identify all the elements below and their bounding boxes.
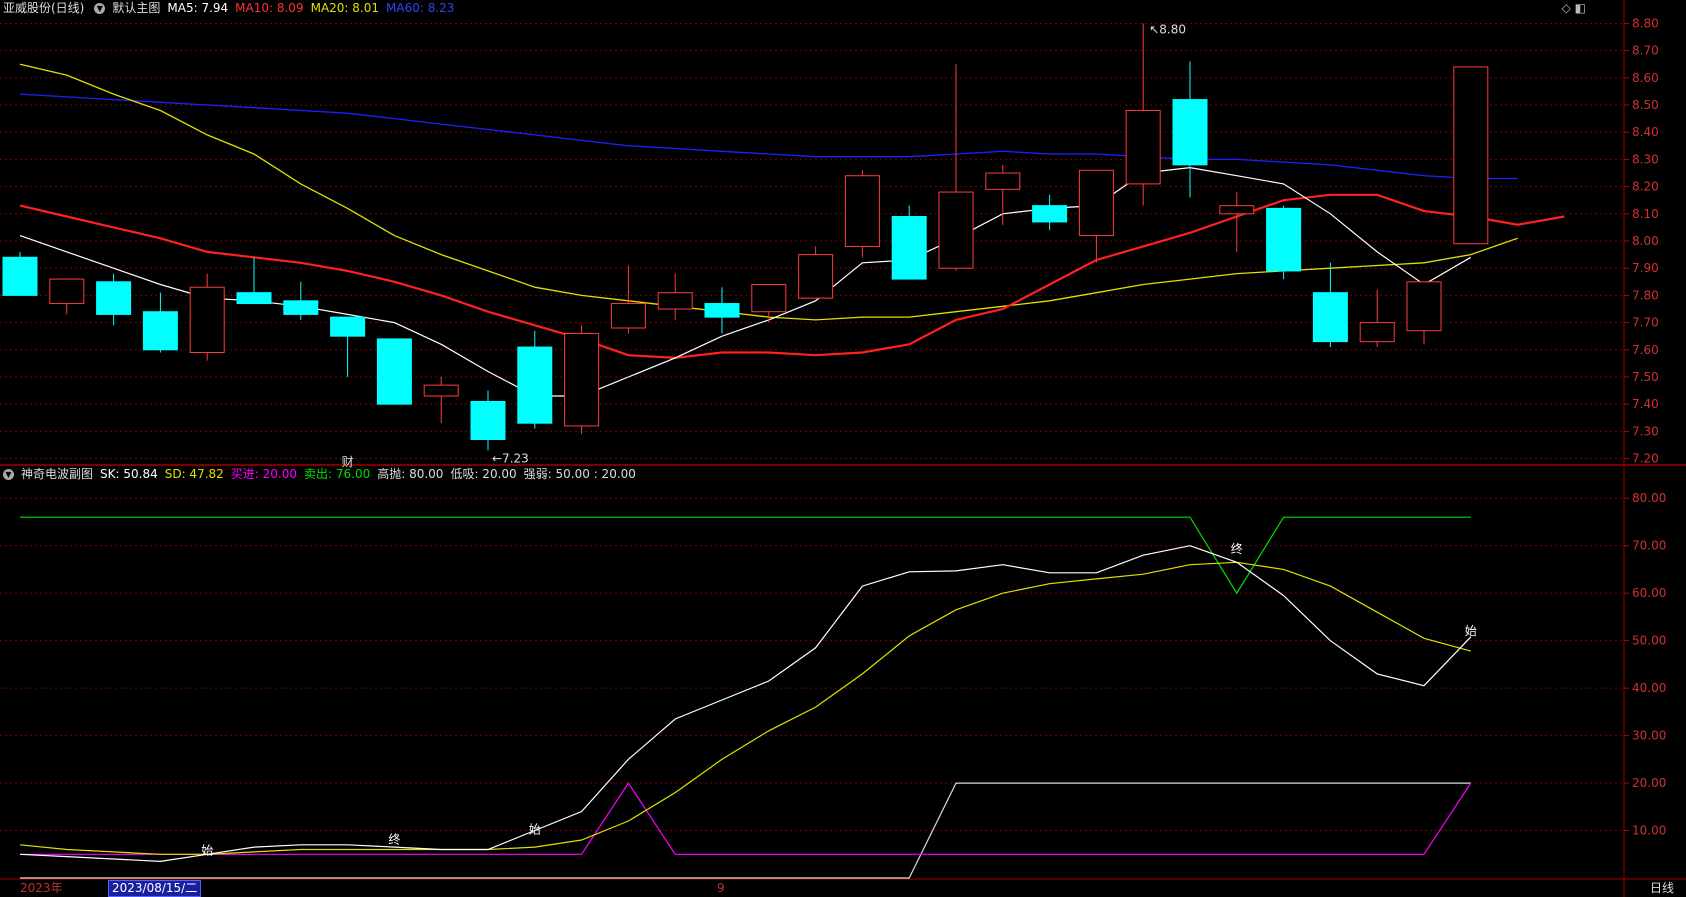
sd-label: SD: 47.82 [164, 467, 224, 481]
year-label: 2023年 [20, 881, 63, 895]
grid [0, 0, 1686, 897]
candle-body [1406, 281, 1442, 332]
candle-body [236, 292, 272, 305]
signal-label: 始 [1465, 624, 1477, 638]
candle-body [1172, 99, 1208, 166]
candle-body [798, 254, 834, 299]
price-tick-label: 7.40 [1632, 397, 1659, 411]
candle-body [189, 286, 225, 354]
candle-body [938, 191, 974, 269]
cursor-date-label: 2023/08/15/二 [108, 880, 202, 897]
chevron-down-icon[interactable]: ▼ [3, 468, 14, 480]
candle-body [96, 281, 132, 315]
candle-body [1312, 292, 1348, 343]
time-axis: 2023年 2023/08/15/二 9 [0, 879, 1624, 897]
sub-chart-name[interactable]: 神奇电波副图 [21, 466, 93, 482]
price-tick-label: 8.60 [1632, 71, 1659, 85]
price-tick-label: 7.80 [1632, 288, 1659, 302]
ma20-line [19, 63, 1518, 321]
signal-label: 始 [201, 844, 213, 858]
candle-body [844, 175, 880, 247]
candle-body [891, 216, 927, 280]
price-tick-label: 7.30 [1632, 424, 1659, 438]
signal-label: 终 [1231, 541, 1243, 556]
signal-label: 终 [388, 832, 400, 847]
price-tick-label: 8.50 [1632, 98, 1659, 112]
candle-body [1125, 109, 1161, 185]
ma5-label: MA5: 7.94 [167, 1, 229, 15]
indicator-tick-label: 40.00 [1632, 681, 1666, 695]
price-tick-label: 7.60 [1632, 343, 1659, 357]
candle-body [470, 400, 506, 441]
candle-body [1032, 205, 1068, 223]
sell-label: 卖出: 76.00 [304, 467, 371, 481]
price-tick-label: 8.80 [1632, 16, 1659, 30]
sk-label: SK: 50.84 [100, 467, 158, 481]
candle-body [142, 311, 178, 351]
candle-body [2, 256, 38, 296]
candle-body [517, 346, 553, 424]
indicator-tick-label: 70.00 [1632, 539, 1666, 553]
indicator-tick-label: 30.00 [1632, 729, 1666, 743]
price-axis: 8.80 8.70 8.60 8.50 8.40 8.30 8.20 8.10 8.00 7.90… [1624, 16, 1666, 838]
stock-name[interactable]: 亚威股份(日线) [3, 0, 84, 16]
candle-body [1453, 66, 1489, 245]
candle-body [704, 303, 740, 318]
buy-label: 买进: 20.00 [230, 467, 298, 481]
signal-label: 始 [529, 822, 541, 836]
period-button[interactable]: 日线 [1638, 880, 1686, 897]
ma5-line [19, 166, 1472, 397]
candle-body [1219, 205, 1255, 215]
sd-line [19, 561, 1471, 855]
main-chart-header: 亚威股份(日线) ▼ 默认主图 MA5: 7.94 MA10: 8.09 MA2… [0, 0, 461, 16]
indicator-tick-label: 20.00 [1632, 776, 1666, 790]
price-tick-label: 8.20 [1632, 180, 1659, 194]
ma60-line [19, 93, 1518, 180]
candle-body [657, 292, 693, 310]
low-label: 低吸: 20.00 [450, 467, 517, 481]
buy-line [20, 782, 1472, 855]
sell-line [20, 516, 1471, 595]
candle-body [283, 300, 319, 315]
indicator-tick-label: 80.00 [1632, 491, 1666, 505]
high-price-marker: ↖8.80 [1149, 22, 1186, 36]
price-tick-label: 8.70 [1632, 44, 1659, 58]
price-tick-label: 7.70 [1632, 316, 1659, 330]
candle-body [985, 172, 1021, 190]
candle-body [751, 284, 787, 313]
indicator-tick-label: 60.00 [1632, 586, 1666, 600]
price-tick-label: 8.10 [1632, 207, 1659, 221]
strength-label: 强弱: 50.00 : 20.00 [523, 467, 636, 481]
low-price-marker: ←7.23 [492, 451, 529, 465]
main-chart-area: ↖8.80←7.23财 [2, 22, 1565, 469]
stock-chart[interactable]: 8.80 8.70 8.60 8.50 8.40 8.30 8.20 8.10 8.00 7.90… [0, 0, 1686, 897]
candle-body [49, 278, 85, 305]
candle-body [376, 338, 412, 405]
indicator-tick-label: 10.00 [1632, 824, 1666, 838]
ma10-label: MA10: 8.09 [235, 1, 304, 15]
price-tick-label: 8.40 [1632, 125, 1659, 139]
sub-chart-header: ▼ 神奇电波副图 SK: 50.84 SD: 47.82 买进: 20.00 卖… [0, 466, 643, 482]
price-tick-label: 8.30 [1632, 152, 1659, 166]
price-tick-label: 7.90 [1632, 261, 1659, 275]
main-chart-name[interactable]: 默认主图 [112, 0, 160, 16]
month-label: 9 [717, 881, 725, 895]
candle-body [564, 332, 600, 427]
window-control-icons[interactable]: ◇ ◧ [1562, 1, 1586, 15]
candle-body [330, 316, 366, 337]
candle-body [1078, 169, 1114, 237]
chevron-down-icon[interactable]: ▼ [94, 2, 106, 14]
candle-body [610, 303, 646, 329]
price-tick-label: 8.00 [1632, 234, 1659, 248]
candle-body [1266, 207, 1302, 272]
candle-body [1359, 322, 1395, 343]
ma60-label: MA60: 8.23 [386, 1, 455, 15]
price-tick-label: 7.20 [1632, 452, 1659, 466]
price-tick-label: 7.50 [1632, 370, 1659, 384]
indicator-tick-label: 50.00 [1632, 634, 1666, 648]
ma20-label: MA20: 8.01 [310, 1, 380, 15]
candle-body [423, 384, 459, 397]
high-label: 高抛: 80.00 [377, 467, 444, 481]
sub-chart-area: 始终始终始 [19, 516, 1477, 879]
